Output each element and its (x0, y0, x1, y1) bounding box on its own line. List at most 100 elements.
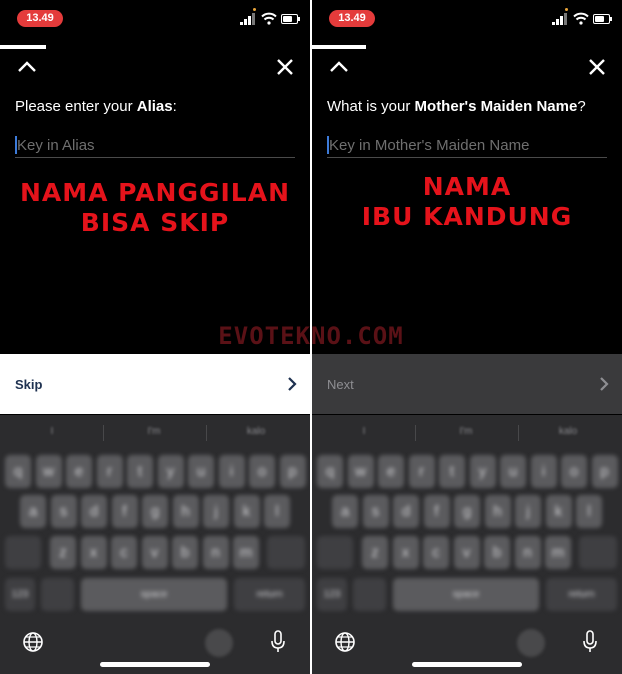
key[interactable]: s (362, 495, 389, 528)
key[interactable]: i (530, 455, 557, 488)
return-key[interactable]: return (234, 578, 305, 611)
mic-icon[interactable] (583, 630, 597, 654)
prompt-suffix: ? (577, 98, 586, 115)
key[interactable]: x (392, 536, 419, 569)
backspace-key[interactable] (267, 536, 305, 569)
key[interactable]: n (514, 536, 541, 569)
suggestion-item[interactable]: I (334, 426, 394, 437)
key[interactable]: j (515, 495, 541, 528)
next-button[interactable]: Next (312, 354, 622, 414)
key[interactable]: h (484, 495, 511, 528)
key[interactable]: w (347, 455, 374, 488)
key[interactable]: b (172, 536, 198, 569)
backspace-key[interactable] (579, 536, 617, 569)
key[interactable]: r (96, 455, 123, 488)
key[interactable]: u (500, 455, 526, 488)
prompt-field-name: Mother's Maiden Name (414, 98, 578, 115)
key[interactable]: c (111, 536, 137, 569)
key[interactable]: r (408, 455, 435, 488)
key[interactable]: f (111, 495, 138, 528)
key[interactable]: s (50, 495, 77, 528)
annotation-line-2: IBU KANDUNG (361, 202, 573, 231)
close-icon[interactable] (588, 58, 606, 76)
maiden-name-input[interactable] (327, 135, 609, 155)
prompt-field-name: Alias (136, 98, 173, 115)
key[interactable]: g (454, 495, 480, 528)
skip-button[interactable]: Skip (0, 354, 310, 414)
key[interactable]: d (81, 495, 107, 528)
key[interactable]: u (188, 455, 214, 488)
status-bar: 13.49 (0, 0, 310, 34)
globe-icon[interactable] (334, 631, 356, 653)
key[interactable]: x (80, 536, 107, 569)
alias-input[interactable] (15, 135, 297, 155)
globe-icon[interactable] (22, 631, 44, 653)
suggestion-item[interactable]: I'm (436, 426, 496, 437)
suggestion-item[interactable]: I'm (124, 426, 184, 437)
chevron-right-icon (288, 377, 297, 391)
status-time: 13.49 (329, 10, 375, 27)
annotation-line-1: NAMA (422, 172, 512, 201)
numbers-key[interactable]: 123 (317, 578, 347, 611)
key[interactable]: p (591, 455, 618, 488)
key[interactable]: t (439, 455, 465, 488)
key[interactable]: i (218, 455, 245, 488)
key[interactable]: q (5, 455, 31, 488)
key[interactable]: b (484, 536, 510, 569)
key[interactable]: v (453, 536, 480, 569)
key[interactable]: z (50, 536, 76, 569)
key[interactable]: o (249, 455, 275, 488)
status-bar: 13.49 (312, 0, 622, 34)
key[interactable]: j (203, 495, 229, 528)
key[interactable]: m (545, 536, 571, 569)
key[interactable]: n (202, 536, 229, 569)
key[interactable]: c (423, 536, 449, 569)
key[interactable]: f (423, 495, 450, 528)
suggestion-item[interactable]: kalo (226, 426, 286, 437)
key[interactable]: l (264, 495, 290, 528)
status-time: 13.49 (17, 10, 63, 27)
home-indicator[interactable] (100, 662, 210, 667)
emoji-key[interactable] (353, 578, 386, 611)
suggestion-item[interactable]: I (22, 426, 82, 437)
key[interactable]: v (141, 536, 168, 569)
key[interactable]: t (127, 455, 153, 488)
key[interactable]: k (233, 495, 260, 528)
suggestion-item[interactable]: kalo (538, 426, 598, 437)
key[interactable]: l (576, 495, 602, 528)
suggestion-divider (518, 425, 519, 441)
dictation-indicator (205, 629, 233, 657)
key[interactable]: z (362, 536, 388, 569)
shift-key[interactable] (5, 536, 41, 569)
shift-key[interactable] (317, 536, 353, 569)
maiden-name-field-wrapper (327, 135, 609, 158)
emoji-key[interactable] (41, 578, 74, 611)
key[interactable]: w (35, 455, 62, 488)
numbers-key[interactable]: 123 (5, 578, 35, 611)
key[interactable]: a (332, 495, 358, 528)
key[interactable]: y (469, 455, 496, 488)
mic-icon[interactable] (271, 630, 285, 654)
key[interactable]: e (66, 455, 92, 488)
key[interactable]: d (393, 495, 419, 528)
close-icon[interactable] (276, 58, 294, 76)
chevron-up-icon[interactable] (328, 58, 350, 74)
key[interactable]: k (545, 495, 572, 528)
key[interactable]: a (20, 495, 46, 528)
key[interactable]: h (172, 495, 199, 528)
battery-icon (593, 14, 612, 24)
key[interactable]: m (233, 536, 259, 569)
suggestion-bar: I I'm kalo (0, 415, 310, 451)
key[interactable]: y (157, 455, 184, 488)
return-key[interactable]: return (546, 578, 617, 611)
key[interactable]: o (561, 455, 587, 488)
space-key[interactable]: space (393, 578, 539, 611)
key[interactable]: g (142, 495, 168, 528)
key[interactable]: e (378, 455, 404, 488)
chevron-up-icon[interactable] (16, 58, 38, 74)
home-indicator[interactable] (412, 662, 522, 667)
keyboard: I I'm kalo q w e r t y u i o p a s d f g h j k l z x c v b n m 123 spa… (312, 415, 622, 674)
key[interactable]: p (279, 455, 306, 488)
key[interactable]: q (317, 455, 343, 488)
space-key[interactable]: space (81, 578, 227, 611)
